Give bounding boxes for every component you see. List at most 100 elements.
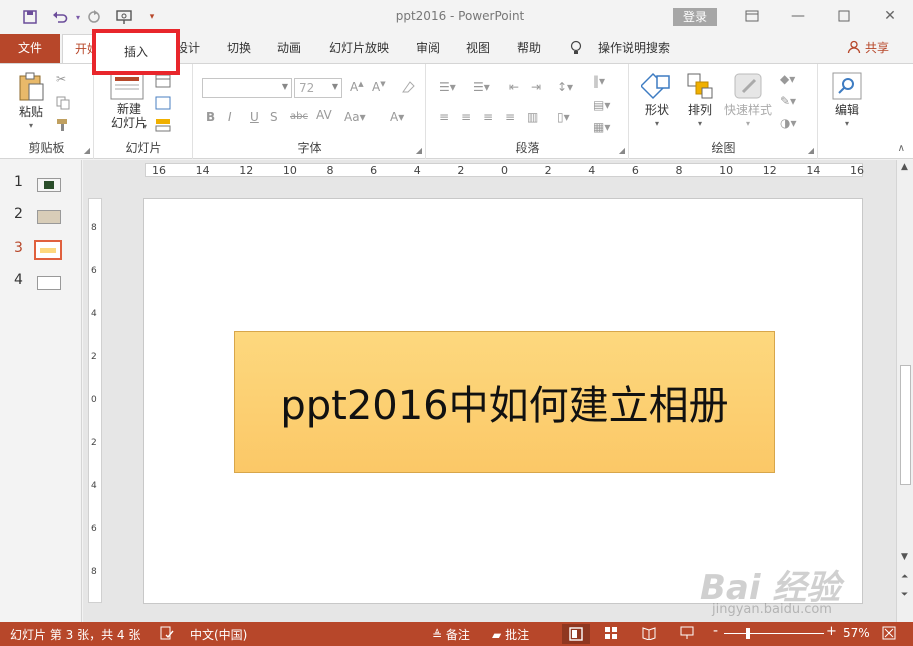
language-status[interactable]: 中文(中国) xyxy=(190,626,247,643)
shadow-icon[interactable]: S xyxy=(270,110,278,124)
copy-icon[interactable] xyxy=(56,96,70,113)
spellcheck-icon[interactable] xyxy=(160,626,174,643)
new-slide-button[interactable]: 新建 幻灯片 xyxy=(101,102,157,130)
scroll-up-icon[interactable]: ▲ xyxy=(901,162,908,172)
quick-styles-button[interactable]: 快速样式 ▾ xyxy=(722,72,774,131)
slide-title-text[interactable]: ppt2016中如何建立相册 xyxy=(280,373,728,431)
shape-effects-icon[interactable]: ◑▾ xyxy=(780,116,797,130)
slideshow-view-icon[interactable] xyxy=(680,626,694,643)
slide-count-status: 幻灯片 第 3 张，共 4 张 xyxy=(10,628,141,642)
align-right-icon[interactable]: ≡ xyxy=(483,110,493,124)
minimize-icon[interactable]: — xyxy=(784,5,812,27)
next-slide-icon[interactable]: ⏷ xyxy=(901,590,908,600)
ribbon-display-icon[interactable] xyxy=(738,5,766,27)
maximize-icon[interactable] xyxy=(830,5,858,27)
distribute-icon[interactable]: ▥ xyxy=(527,110,538,124)
strikethrough-icon[interactable]: abc xyxy=(290,111,308,122)
font-launcher-icon[interactable]: ◢ xyxy=(416,146,422,155)
shape-fill-icon[interactable]: ◆▾ xyxy=(780,72,795,86)
tab-file[interactable]: 文件 xyxy=(0,34,60,63)
paragraph-launcher-icon[interactable]: ◢ xyxy=(619,146,625,155)
slide-thumbnail-1[interactable] xyxy=(37,178,61,192)
slide-thumbnail-2[interactable] xyxy=(37,210,61,224)
justify-icon[interactable]: ≡ xyxy=(505,110,515,124)
zoom-level[interactable]: 57% xyxy=(843,626,870,640)
font-name-combo[interactable]: ▼ xyxy=(202,78,292,98)
ruler-label: 6 xyxy=(91,266,97,276)
columns-icon[interactable]: ▯▾ xyxy=(557,110,570,124)
clear-format-icon[interactable] xyxy=(400,80,416,97)
char-spacing-icon[interactable]: AV xyxy=(316,108,332,122)
drawing-launcher-icon[interactable]: ◢ xyxy=(808,146,814,155)
login-button[interactable]: 登录 xyxy=(673,8,717,26)
increase-indent-icon[interactable]: ⇥ xyxy=(531,80,541,94)
slide-sorter-icon[interactable] xyxy=(604,626,618,643)
reading-view-icon[interactable] xyxy=(642,626,656,643)
collapse-ribbon-icon[interactable]: ∧ xyxy=(898,143,905,154)
underline-icon[interactable]: U xyxy=(250,110,259,124)
font-color-icon[interactable]: A▾ xyxy=(390,110,404,124)
zoom-slider[interactable] xyxy=(724,633,824,634)
normal-view-button[interactable] xyxy=(562,624,590,644)
presentation-icon[interactable] xyxy=(114,7,134,27)
bold-icon[interactable]: B xyxy=(206,110,215,124)
align-left-icon[interactable]: ≡ xyxy=(439,110,449,124)
font-size-combo[interactable]: 72 ▼ xyxy=(294,78,342,98)
customize-toolbar-icon[interactable]: ▾ xyxy=(142,7,162,27)
zoom-out-icon[interactable]: - xyxy=(713,623,718,639)
format-painter-icon[interactable] xyxy=(56,118,70,135)
align-text-icon[interactable]: ▤▾ xyxy=(593,98,610,112)
tab-design[interactable]: 设计 xyxy=(176,34,206,63)
undo-icon[interactable] xyxy=(50,7,70,27)
thumbnail-image xyxy=(44,181,54,189)
ruler-label: 6 xyxy=(631,164,639,177)
slide-thumbnail-4[interactable] xyxy=(37,276,61,290)
layout-icon[interactable] xyxy=(155,74,171,91)
tell-me-search[interactable]: 操作说明搜索 xyxy=(594,34,674,63)
scrollbar-thumb[interactable] xyxy=(900,365,911,485)
tab-help[interactable]: 帮助 xyxy=(508,34,550,63)
tab-view[interactable]: 视图 xyxy=(458,34,498,63)
shape-button[interactable]: 形状 ▾ xyxy=(636,72,678,131)
tab-animations[interactable]: 动画 xyxy=(268,34,310,63)
decrease-indent-icon[interactable]: ⇤ xyxy=(509,80,519,94)
slide-thumbnail-3[interactable] xyxy=(34,240,62,260)
shrink-font-icon[interactable]: A▼ xyxy=(372,80,386,94)
italic-icon[interactable]: I xyxy=(228,110,232,124)
close-icon[interactable]: ✕ xyxy=(876,5,904,27)
title-placeholder[interactable]: ppt2016中如何建立相册 xyxy=(234,331,775,473)
shape-label: 形状 xyxy=(644,103,669,117)
grow-font-icon[interactable]: A▲ xyxy=(350,80,364,94)
numbering-icon[interactable]: ☰▾ xyxy=(473,80,490,94)
shape-outline-icon[interactable]: ✎▾ xyxy=(780,94,796,108)
clipboard-launcher-icon[interactable]: ◢ xyxy=(84,146,90,155)
arrange-button[interactable]: 排列 ▾ xyxy=(680,72,720,131)
section-icon[interactable] xyxy=(155,118,171,135)
save-icon[interactable] xyxy=(20,7,40,27)
zoom-slider-handle[interactable] xyxy=(746,628,750,639)
paste-button[interactable]: 粘贴 ▾ xyxy=(10,72,52,133)
previous-slide-icon[interactable]: ⏶ xyxy=(901,572,908,582)
bullets-icon[interactable]: ☰▾ xyxy=(439,80,456,94)
align-center-icon[interactable]: ≡ xyxy=(461,110,471,124)
reset-icon[interactable] xyxy=(155,96,171,113)
comments-button[interactable]: ▰ 批注 xyxy=(492,626,529,643)
redo-icon[interactable] xyxy=(84,7,104,27)
notes-button[interactable]: ≜ 备注 xyxy=(432,626,470,643)
cut-icon[interactable]: ✂ xyxy=(56,72,66,86)
tab-insert[interactable]: 插入 xyxy=(96,43,176,60)
tab-review[interactable]: 审阅 xyxy=(408,34,448,63)
smartart-icon[interactable]: ▦▾ xyxy=(593,120,610,134)
change-case-icon[interactable]: Aa▾ xyxy=(344,110,366,124)
slide-canvas[interactable]: ppt2016中如何建立相册 xyxy=(143,198,863,604)
text-direction-icon[interactable]: ‖▾ xyxy=(593,74,605,88)
scroll-down-icon[interactable]: ▼ xyxy=(901,552,908,562)
vertical-scrollbar[interactable]: ▲ ▼ ⏶ ⏷ xyxy=(896,160,913,622)
fit-to-window-icon[interactable] xyxy=(882,626,896,643)
tab-transitions[interactable]: 切换 xyxy=(218,34,260,63)
line-spacing-icon[interactable]: ↕▾ xyxy=(557,80,573,94)
share-button[interactable]: 共享 xyxy=(847,34,889,63)
editing-button[interactable]: 编辑 ▾ xyxy=(827,72,867,131)
zoom-in-icon[interactable]: + xyxy=(826,624,837,639)
tab-slideshow[interactable]: 幻灯片放映 xyxy=(322,34,396,63)
